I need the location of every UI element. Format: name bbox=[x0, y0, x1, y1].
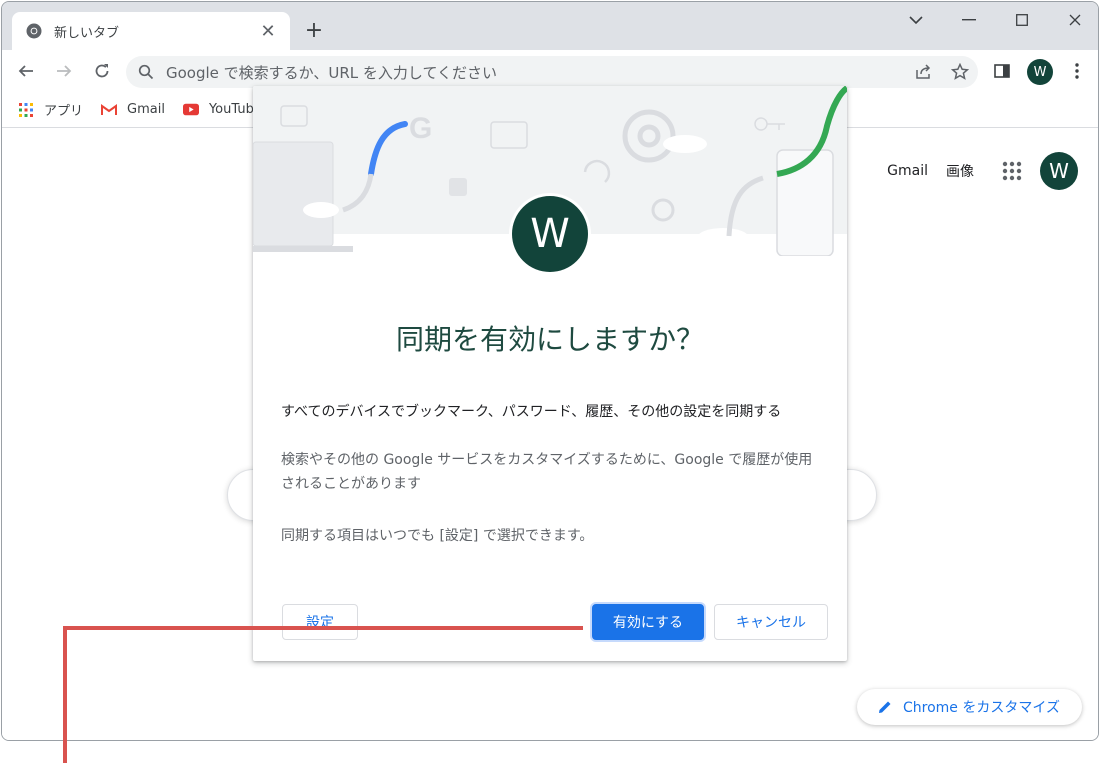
images-link[interactable]: 画像 bbox=[946, 161, 974, 181]
new-tab-button[interactable]: + bbox=[300, 16, 328, 44]
address-bar[interactable]: Google で検索するか、URL を入力してください bbox=[126, 56, 978, 88]
youtube-icon bbox=[182, 102, 199, 118]
dialog-avatar: W bbox=[509, 193, 591, 275]
sync-dialog: G W 同期を有効にしますか？ すべてのデバイスでブックマーク、パスワード、履歴… bbox=[253, 86, 847, 661]
tab-search-icon[interactable] bbox=[896, 8, 936, 32]
history-description: 検索やその他の Google サービスをカスタマイズするために、Google で… bbox=[281, 452, 813, 492]
bookmark-star-icon[interactable] bbox=[942, 63, 978, 81]
dialog-title: 同期を有効にしますか？ bbox=[395, 323, 704, 356]
minimize-icon[interactable] bbox=[949, 8, 989, 32]
forward-icon[interactable] bbox=[50, 57, 78, 85]
maximize-icon[interactable] bbox=[1002, 8, 1042, 32]
search-icon bbox=[126, 64, 166, 80]
tab-new-tab[interactable]: 新しいタブ ✕ bbox=[12, 12, 290, 50]
bookmark-label: アプリ bbox=[44, 104, 84, 119]
bookmark-apps[interactable]: アプリ bbox=[18, 100, 83, 119]
settings-button[interactable]: 設定 bbox=[282, 604, 358, 640]
account-avatar[interactable]: W bbox=[1040, 152, 1078, 190]
back-icon[interactable] bbox=[12, 57, 40, 85]
sync-description: すべてのデバイスでブックマーク、パスワード、履歴、その他の設定を同期する bbox=[281, 404, 782, 420]
top-links: Gmail 画像 W bbox=[887, 151, 1078, 191]
chrome-icon bbox=[26, 23, 42, 39]
profile-avatar[interactable]: W bbox=[1027, 59, 1053, 85]
dialog-avatar-initial: W bbox=[512, 196, 588, 272]
settings-note: 同期する項目はいつでも [設定] で選択できます。 bbox=[281, 528, 594, 544]
customize-chrome-button[interactable]: Chrome をカスタマイズ bbox=[857, 689, 1082, 725]
cancel-button[interactable]: キャンセル bbox=[714, 604, 828, 640]
pencil-icon bbox=[879, 701, 891, 713]
address-bar-placeholder: Google で検索するか、URL を入力してください bbox=[166, 63, 497, 82]
tab-strip: 新しいタブ ✕ + bbox=[2, 2, 1098, 50]
tab-title: 新しいタブ bbox=[54, 25, 120, 41]
svg-text:G: G bbox=[409, 112, 432, 145]
bookmark-youtube[interactable]: YouTube bbox=[182, 102, 262, 118]
enable-sync-button[interactable]: 有効にする bbox=[592, 604, 704, 640]
reload-icon[interactable] bbox=[88, 57, 116, 85]
menu-kebab-icon[interactable] bbox=[1063, 57, 1091, 85]
annotation-line-vertical bbox=[63, 626, 67, 763]
customize-label: Chrome をカスタマイズ bbox=[903, 700, 1060, 716]
share-icon[interactable] bbox=[906, 64, 942, 80]
annotation-line bbox=[63, 626, 583, 630]
close-tab-icon[interactable]: ✕ bbox=[254, 17, 282, 45]
close-window-icon[interactable] bbox=[1055, 8, 1095, 32]
gmail-icon bbox=[101, 102, 118, 118]
bookmark-gmail[interactable]: Gmail bbox=[101, 102, 165, 118]
bookmark-label: Gmail bbox=[127, 102, 165, 117]
side-panel-icon[interactable] bbox=[988, 57, 1016, 85]
gmail-link[interactable]: Gmail bbox=[887, 163, 928, 179]
apps-grid-icon bbox=[18, 102, 34, 118]
google-apps-icon[interactable] bbox=[992, 151, 1032, 191]
